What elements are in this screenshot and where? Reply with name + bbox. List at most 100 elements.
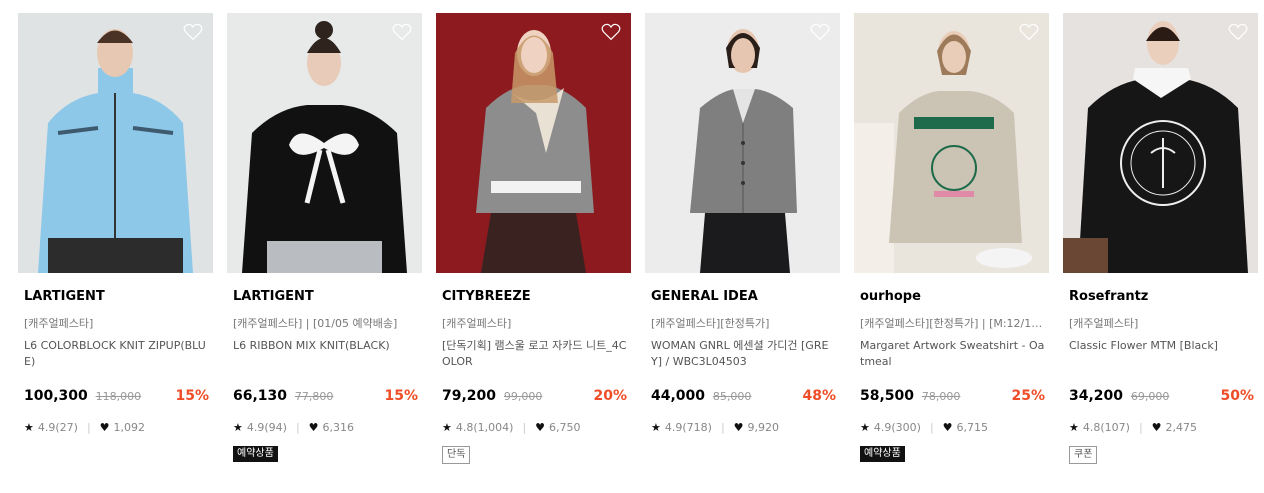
review-stats: ★ 4.8(107) | ♥ 2,475 <box>1069 421 1197 434</box>
product-image[interactable] <box>436 13 631 273</box>
review-stats: ★ 4.9(718) | ♥ 9,920 <box>651 421 779 434</box>
product-image[interactable] <box>645 13 840 273</box>
promo-tag: [캐주얼페스타] <box>1069 317 1139 330</box>
rating: 4.9(27) <box>37 421 78 434</box>
product-name[interactable]: WOMAN GNRL 에센셜 가디건 [GREY] / WBC3L04503 <box>651 338 837 370</box>
original-price: 99,000 <box>503 390 543 403</box>
discount-rate: 25% <box>1011 388 1045 404</box>
like-count: 6,715 <box>956 421 989 434</box>
rating: 4.8(107) <box>1082 421 1130 434</box>
sale-price: 44,000 <box>651 388 706 404</box>
discount-rate: 20% <box>593 388 627 404</box>
brand-name[interactable]: GENERAL IDEA <box>651 289 758 304</box>
star-icon: ★ <box>233 421 243 434</box>
like-heart-icon: ♥ <box>535 421 546 434</box>
price-row: 34,200 69,000 <box>1069 388 1169 404</box>
promo-tag: [캐주얼페스타][한정특가] <box>651 317 770 330</box>
product-name[interactable]: Margaret Artwork Sweatshirt - Oatmeal <box>860 338 1046 370</box>
review-stats: ★ 4.9(27) | ♥ 1,092 <box>24 421 145 434</box>
wishlist-heart-icon[interactable] <box>601 23 621 41</box>
product-image[interactable] <box>854 13 1049 273</box>
brand-name[interactable]: LARTIGENT <box>24 289 105 304</box>
star-icon: ★ <box>442 421 452 434</box>
product-image[interactable] <box>18 13 213 273</box>
product-photo <box>645 13 840 273</box>
sale-price: 79,200 <box>442 388 497 404</box>
price-row: 58,500 78,000 <box>860 388 960 404</box>
divider: | <box>86 421 91 434</box>
discount-rate: 15% <box>175 388 209 404</box>
like-heart-icon: ♥ <box>1151 421 1162 434</box>
brand-name[interactable]: ourhope <box>860 289 921 304</box>
product-photo <box>854 13 1049 273</box>
original-price: 85,000 <box>712 390 752 403</box>
like-count: 6,316 <box>322 421 355 434</box>
original-price: 69,000 <box>1130 390 1170 403</box>
product-name[interactable]: L6 COLORBLOCK KNIT ZIPUP(BLUE) <box>24 338 210 370</box>
product-card[interactable]: GENERAL IDEA [캐주얼페스타][한정특가] WOMAN GNRL 에… <box>645 13 840 483</box>
like-count: 1,092 <box>113 421 146 434</box>
divider: | <box>1138 421 1143 434</box>
product-card[interactable]: ourhope [캐주얼페스타][한정특가] | [M:12/15 예약배송] … <box>854 13 1049 483</box>
divider: | <box>929 421 934 434</box>
wishlist-heart-icon[interactable] <box>810 23 830 41</box>
product-grid: LARTIGENT [캐주얼페스타] L6 COLORBLOCK KNIT ZI… <box>0 0 1264 493</box>
sale-price: 58,500 <box>860 388 915 404</box>
rating: 4.9(718) <box>664 421 712 434</box>
product-name[interactable]: Classic Flower MTM [Black] <box>1069 338 1255 354</box>
price-row: 66,130 77,800 <box>233 388 333 404</box>
like-heart-icon: ♥ <box>99 421 110 434</box>
wishlist-heart-icon[interactable] <box>1228 23 1248 41</box>
rating: 4.9(94) <box>246 421 287 434</box>
brand-name[interactable]: Rosefrantz <box>1069 289 1148 304</box>
review-stats: ★ 4.9(300) | ♥ 6,715 <box>860 421 988 434</box>
product-card[interactable]: CITYBREEZE [캐주얼페스타] [단독기획] 램스울 로고 자카드 니트… <box>436 13 631 483</box>
product-image[interactable] <box>1063 13 1258 273</box>
promo-tag: [캐주얼페스타] | [01/05 예약배송] <box>233 317 398 330</box>
product-card[interactable]: LARTIGENT [캐주얼페스타] L6 COLORBLOCK KNIT ZI… <box>18 13 213 483</box>
star-icon: ★ <box>860 421 870 434</box>
product-photo <box>227 13 422 273</box>
review-stats: ★ 4.8(1,004) | ♥ 6,750 <box>442 421 581 434</box>
wishlist-heart-icon[interactable] <box>183 23 203 41</box>
promo-tag: [캐주얼페스타] <box>24 317 94 330</box>
wishlist-heart-icon[interactable] <box>1019 23 1039 41</box>
exclusive-badge: 단독 <box>442 446 471 464</box>
divider: | <box>295 421 300 434</box>
sale-price: 66,130 <box>233 388 288 404</box>
price-row: 79,200 99,000 <box>442 388 542 404</box>
sale-price: 100,300 <box>24 388 88 404</box>
rating: 4.9(300) <box>873 421 921 434</box>
original-price: 78,000 <box>921 390 961 403</box>
promo-tag: [캐주얼페스타][한정특가] | [M:12/15 예약배송] <box>860 317 1046 330</box>
review-stats: ★ 4.9(94) | ♥ 6,316 <box>233 421 354 434</box>
product-card[interactable]: Rosefrantz [캐주얼페스타] Classic Flower MTM [… <box>1063 13 1258 483</box>
garment <box>889 91 1022 243</box>
brand-name[interactable]: CITYBREEZE <box>442 289 531 304</box>
like-count: 6,750 <box>549 421 581 434</box>
like-heart-icon: ♥ <box>308 421 319 434</box>
original-price: 118,000 <box>95 390 142 403</box>
coupon-badge: 쿠폰 <box>1069 446 1098 464</box>
rating: 4.8(1,004) <box>455 421 514 434</box>
like-heart-icon: ♥ <box>942 421 953 434</box>
wishlist-heart-icon[interactable] <box>392 23 412 41</box>
discount-rate: 50% <box>1220 388 1254 404</box>
sale-price: 34,200 <box>1069 388 1124 404</box>
product-name[interactable]: [단독기획] 램스울 로고 자카드 니트_4COLOR <box>442 338 628 370</box>
like-count: 2,475 <box>1165 421 1198 434</box>
star-icon: ★ <box>651 421 661 434</box>
discount-rate: 15% <box>384 388 418 404</box>
like-count: 9,920 <box>747 421 780 434</box>
star-icon: ★ <box>1069 421 1079 434</box>
product-name[interactable]: L6 RIBBON MIX KNIT(BLACK) <box>233 338 419 354</box>
product-card[interactable]: LARTIGENT [캐주얼페스타] | [01/05 예약배송] L6 RIB… <box>227 13 422 483</box>
reservation-badge: 예약상품 <box>860 446 905 462</box>
promo-tag: [캐주얼페스타] <box>442 317 512 330</box>
product-image[interactable] <box>227 13 422 273</box>
price-row: 100,300 118,000 <box>24 388 141 404</box>
like-heart-icon: ♥ <box>733 421 744 434</box>
star-icon: ★ <box>24 421 34 434</box>
original-price: 77,800 <box>294 390 334 403</box>
brand-name[interactable]: LARTIGENT <box>233 289 314 304</box>
